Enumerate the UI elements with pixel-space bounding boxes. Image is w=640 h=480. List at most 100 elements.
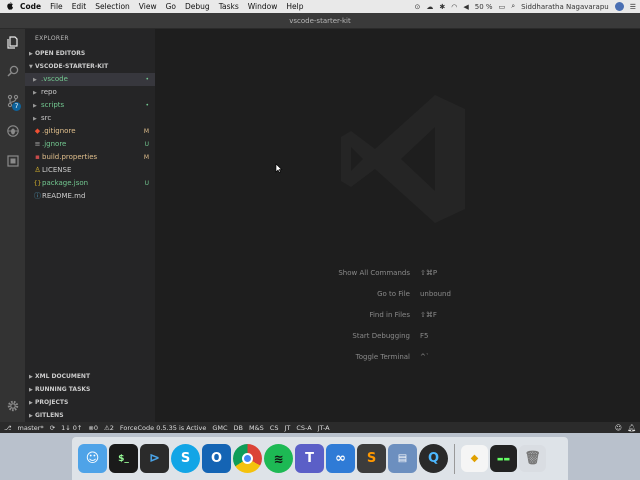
branch-icon: ⎇: [4, 423, 12, 432]
settings-gear-icon[interactable]: [0, 394, 25, 418]
skype-business-icon[interactable]: ∞: [326, 444, 355, 473]
trash-icon[interactable]: 🗑︎: [519, 445, 546, 472]
status-item-jt-a[interactable]: JT-A: [318, 424, 330, 432]
hint-toggle-terminal: Toggle Terminal: [355, 353, 410, 361]
document-file-icon[interactable]: ◆: [461, 445, 488, 472]
problems-count[interactable]: 0: [94, 424, 98, 432]
menu-tasks[interactable]: Tasks: [219, 2, 239, 11]
menu-debug[interactable]: Debug: [185, 2, 210, 11]
search-icon[interactable]: [0, 59, 25, 83]
finder-icon[interactable]: ☺: [78, 444, 107, 473]
tree-item-readme[interactable]: ⓘREADME.md: [25, 190, 155, 203]
hint-shortcut: ⇧⌘P: [420, 269, 438, 277]
section-project[interactable]: ▼ VSCODE-STARTER-KIT: [25, 60, 155, 73]
status-item-cs-a[interactable]: CS-A: [296, 424, 311, 432]
extensions-icon[interactable]: [0, 149, 25, 173]
debug-icon[interactable]: [0, 119, 25, 143]
section-open-editors[interactable]: ▶ OPEN EDITORS: [25, 47, 155, 60]
wifi-icon[interactable]: ◠: [451, 3, 457, 11]
status-item-ms[interactable]: M&S: [249, 424, 264, 432]
git-status-badge: U: [144, 141, 149, 148]
modified-dot-icon: •: [145, 76, 149, 83]
terminal-icon[interactable]: $_: [109, 444, 138, 473]
warnings-count[interactable]: 2: [110, 424, 114, 432]
menu-help[interactable]: Help: [286, 2, 303, 11]
spotify-icon[interactable]: ≋: [264, 444, 293, 473]
tree-item-label: package.json: [42, 179, 89, 187]
status-menu-icon[interactable]: ⊙: [415, 3, 421, 11]
tree-item-repo[interactable]: ▶ repo: [25, 86, 155, 99]
hint-find-in-files: Find in Files: [369, 311, 410, 319]
menu-edit[interactable]: Edit: [72, 2, 87, 11]
sync-status[interactable]: 1↓ 0↑: [61, 424, 82, 432]
menu-code[interactable]: Code: [20, 2, 41, 11]
tree-item-src[interactable]: ▶ src: [25, 112, 155, 125]
status-item-jt[interactable]: JT: [284, 424, 290, 432]
avatar[interactable]: [614, 2, 624, 11]
hint-shortcut: unbound: [420, 290, 451, 298]
properties-file-icon: ▪: [35, 153, 40, 161]
file-icon: ≡: [34, 140, 41, 148]
git-branch[interactable]: master*: [18, 424, 44, 432]
json-file-icon: {}: [33, 180, 42, 187]
tree-item-scripts[interactable]: ▶ scripts •: [25, 99, 155, 112]
bluetooth-icon[interactable]: ✱: [439, 3, 445, 11]
sidebar-title: EXPLORER: [35, 35, 69, 42]
activity-bar: 7: [0, 29, 25, 422]
menu-selection[interactable]: Selection: [95, 2, 130, 11]
status-item-db[interactable]: DB: [234, 424, 243, 432]
outlook-icon[interactable]: O: [202, 444, 231, 473]
cloud-icon[interactable]: ☁: [426, 3, 433, 11]
smiley-feedback-icon[interactable]: ☺: [615, 424, 622, 432]
tree-item-gitignore[interactable]: ◆ .gitignore M: [25, 125, 155, 138]
mouse-pointer-icon: [275, 163, 283, 173]
sync-icon[interactable]: ⟳: [50, 424, 55, 432]
tree-item-label: build.properties: [42, 153, 98, 161]
status-bar: ⎇ master* ⟳ 1↓ 0↑ ⊗ 0 ⚠ 2 ForceCode 0.5.…: [0, 422, 640, 433]
tree-item-label: repo: [41, 88, 57, 96]
user-name[interactable]: Siddharatha Nagavarapu: [521, 3, 609, 11]
dock: ☺ $_ ⊳ S O ≋ T ∞ S ▤ Q ◆ ▬▬ 🗑︎: [72, 437, 568, 480]
hint-start-debugging: Start Debugging: [352, 332, 410, 340]
battery-icon[interactable]: ▭: [499, 3, 506, 11]
notification-bell-icon[interactable]: 🔔︎: [627, 424, 636, 432]
menu-file[interactable]: File: [50, 2, 63, 11]
tree-item-license[interactable]: ♙LICENSE: [25, 164, 155, 177]
files-icon[interactable]: [0, 30, 25, 54]
section-xml-document[interactable]: ▶ XML DOCUMENT: [25, 370, 155, 383]
apple-menu-icon[interactable]: [6, 1, 20, 12]
battery-label[interactable]: 50 %: [475, 3, 493, 11]
forcecode-status[interactable]: ForceCode 0.5.35 is Active: [120, 424, 206, 432]
source-control-icon[interactable]: 7: [0, 89, 25, 113]
console-icon[interactable]: ▬▬: [490, 445, 517, 472]
vscode-watermark-icon: [341, 95, 465, 223]
status-item-cs[interactable]: CS: [270, 424, 279, 432]
tree-item-label: README.md: [42, 192, 86, 200]
quicktime-icon[interactable]: Q: [419, 444, 448, 473]
section-projects[interactable]: ▶ PROJECTS: [25, 396, 155, 409]
preview-icon[interactable]: ▤: [388, 444, 417, 473]
skype-icon[interactable]: S: [171, 444, 200, 473]
chrome-icon[interactable]: [233, 444, 262, 473]
menu-view[interactable]: View: [139, 2, 157, 11]
tree-item-jgnore[interactable]: ≡ .jgnore U: [25, 138, 155, 151]
menu-go[interactable]: Go: [166, 2, 176, 11]
search-icon[interactable]: ⌕: [511, 2, 515, 11]
vscode-icon[interactable]: ⊳: [140, 444, 169, 473]
status-item-gmc[interactable]: GMC: [212, 424, 227, 432]
menu-window[interactable]: Window: [248, 2, 278, 11]
section-label: GITLENS: [35, 412, 64, 419]
notification-center-icon[interactable]: ☰: [630, 3, 636, 11]
sublime-icon[interactable]: S: [357, 444, 386, 473]
section-gitlens[interactable]: ▶ GITLENS: [25, 409, 155, 422]
volume-icon[interactable]: ◀: [463, 3, 468, 11]
git-status-badge: M: [143, 154, 149, 161]
tree-item-build-properties[interactable]: ▪ build.properties M: [25, 151, 155, 164]
section-label: PROJECTS: [35, 399, 69, 406]
section-label: OPEN EDITORS: [35, 50, 86, 57]
tree-item-package-json[interactable]: {}package.json U: [25, 177, 155, 190]
tree-item-vscode[interactable]: ▶ .vscode •: [25, 73, 155, 86]
teams-icon[interactable]: T: [295, 444, 324, 473]
section-running-tasks[interactable]: ▶ RUNNING TASKS: [25, 383, 155, 396]
editor-area[interactable]: Show All Commands ⇧⌘P Go to File unbound…: [155, 29, 640, 422]
